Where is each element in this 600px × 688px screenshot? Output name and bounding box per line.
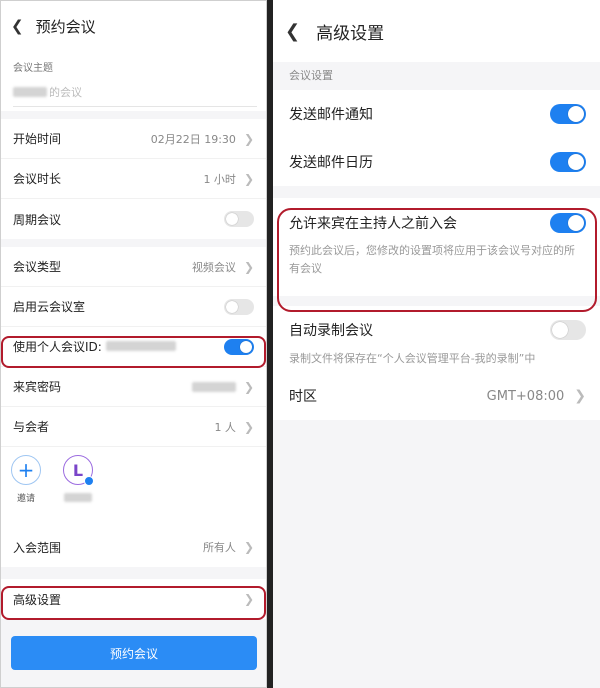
chevron-right-icon: ❯ xyxy=(574,388,586,404)
right-header: ❮ 高级设置 xyxy=(273,0,600,62)
plus-icon[interactable]: + xyxy=(11,455,41,485)
toggle-knob xyxy=(568,106,584,122)
meeting-type-value: 视频会议 xyxy=(191,260,236,274)
highlight-before-host xyxy=(277,208,597,312)
cloud-room-toggle[interactable] xyxy=(224,298,254,315)
guest-password-row[interactable]: 来宾密码 ❯ xyxy=(1,367,266,407)
topic-value: 的会议 xyxy=(49,86,82,99)
left-header: ❮ 预约会议 xyxy=(1,1,266,51)
toggle-knob xyxy=(552,322,568,338)
attendee-list: + 邀请 L xyxy=(1,447,266,527)
invite-item[interactable]: + 邀请 xyxy=(11,455,41,519)
auto-record-description: 录制文件将保存在“个人会议管理平台-我的录制”中 xyxy=(289,352,536,365)
attendee-item[interactable]: L xyxy=(63,455,94,519)
highlight-advanced-settings xyxy=(1,586,266,620)
join-scope-value: 所有人 xyxy=(202,541,236,554)
join-scope-row[interactable]: 入会范围 所有人 ❯ xyxy=(1,527,266,567)
cloud-room-label: 启用云会议室 xyxy=(13,300,86,314)
meeting-topic-section: 会议主题 的会议 xyxy=(1,51,266,111)
blurred-name xyxy=(13,87,47,97)
attendees-label: 与会者 xyxy=(13,420,50,434)
advanced-settings-screen: ❮ 高级设置 会议设置 发送邮件通知 发送邮件日历 允许来宾在主持人之前入会 预… xyxy=(273,0,600,688)
user-badge-icon xyxy=(84,476,94,486)
email-settings-section: 发送邮件通知 发送邮件日历 xyxy=(273,90,600,186)
recording-section: 自动录制会议 录制文件将保存在“个人会议管理平台-我的录制”中 时区 GMT+0… xyxy=(273,306,600,420)
options-section: 会议类型 视频会议 ❯ 启用云会议室 使用个人会议ID: 来宾密码 ❯ 与会者 … xyxy=(1,247,266,567)
attendees-row[interactable]: 与会者 1 人 ❯ xyxy=(1,407,266,447)
chevron-right-icon: ❯ xyxy=(243,540,254,554)
join-scope-label: 入会范围 xyxy=(13,540,62,555)
start-time-label: 开始时间 xyxy=(13,132,62,146)
highlight-personal-id xyxy=(1,336,266,368)
page-title: 预约会议 xyxy=(35,17,96,36)
email-calendar-label: 发送邮件日历 xyxy=(289,155,373,171)
timezone-row[interactable]: 时区 GMT+08:00 ❯ xyxy=(273,372,600,420)
chevron-right-icon: ❯ xyxy=(243,379,254,394)
avatar[interactable]: L xyxy=(63,455,94,486)
book-meeting-button[interactable]: 预约会议 xyxy=(11,636,257,670)
email-calendar-row: 发送邮件日历 xyxy=(273,138,600,186)
group-label: 会议设置 xyxy=(289,69,333,82)
timezone-label: 时区 xyxy=(289,389,317,405)
cloud-room-row: 启用云会议室 xyxy=(1,287,266,327)
blurred-password xyxy=(191,381,236,392)
back-arrow-icon[interactable]: ❮ xyxy=(11,17,24,35)
email-calendar-toggle[interactable] xyxy=(550,152,586,172)
blurred-attendee-name xyxy=(64,493,92,502)
meeting-type-label: 会议类型 xyxy=(13,260,62,274)
toggle-knob xyxy=(568,154,584,170)
start-time-row[interactable]: 开始时间 02月22日 19:30 ❯ xyxy=(1,119,266,159)
auto-record-toggle[interactable] xyxy=(550,320,586,340)
invite-label: 邀请 xyxy=(16,494,35,504)
toggle-knob xyxy=(226,300,238,313)
duration-label: 会议时长 xyxy=(13,172,62,186)
duration-row[interactable]: 会议时长 1 小时 ❯ xyxy=(1,159,266,199)
meeting-type-row[interactable]: 会议类型 视频会议 ❯ xyxy=(1,247,266,287)
guest-password-label: 来宾密码 xyxy=(13,380,62,394)
email-notice-toggle[interactable] xyxy=(550,104,586,124)
recurring-row: 周期会议 xyxy=(1,199,266,239)
page-title: 高级设置 xyxy=(316,23,385,44)
topic-label: 会议主题 xyxy=(13,63,53,74)
chevron-right-icon: ❯ xyxy=(243,259,254,274)
email-notice-label: 发送邮件通知 xyxy=(289,107,373,123)
toggle-knob xyxy=(226,213,238,225)
duration-value: 1 小时 xyxy=(203,172,236,186)
chevron-right-icon: ❯ xyxy=(243,171,254,186)
back-arrow-icon[interactable]: ❮ xyxy=(285,21,300,42)
time-section: 开始时间 02月22日 19:30 ❯ 会议时长 1 小时 ❯ 周期会议 xyxy=(1,119,266,239)
attendees-count: 1 人 xyxy=(214,420,236,434)
auto-record-row: 自动录制会议 xyxy=(273,310,600,350)
start-time-value: 02月22日 19:30 xyxy=(150,132,236,146)
chevron-right-icon: ❯ xyxy=(243,419,254,434)
email-notice-row: 发送邮件通知 xyxy=(273,90,600,138)
topic-input[interactable]: 的会议 xyxy=(13,84,257,107)
auto-record-label: 自动录制会议 xyxy=(289,323,373,339)
chevron-right-icon: ❯ xyxy=(243,131,254,146)
recurring-label: 周期会议 xyxy=(13,212,62,227)
recurring-toggle[interactable] xyxy=(224,211,254,227)
timezone-value: GMT+08:00 xyxy=(486,388,565,404)
